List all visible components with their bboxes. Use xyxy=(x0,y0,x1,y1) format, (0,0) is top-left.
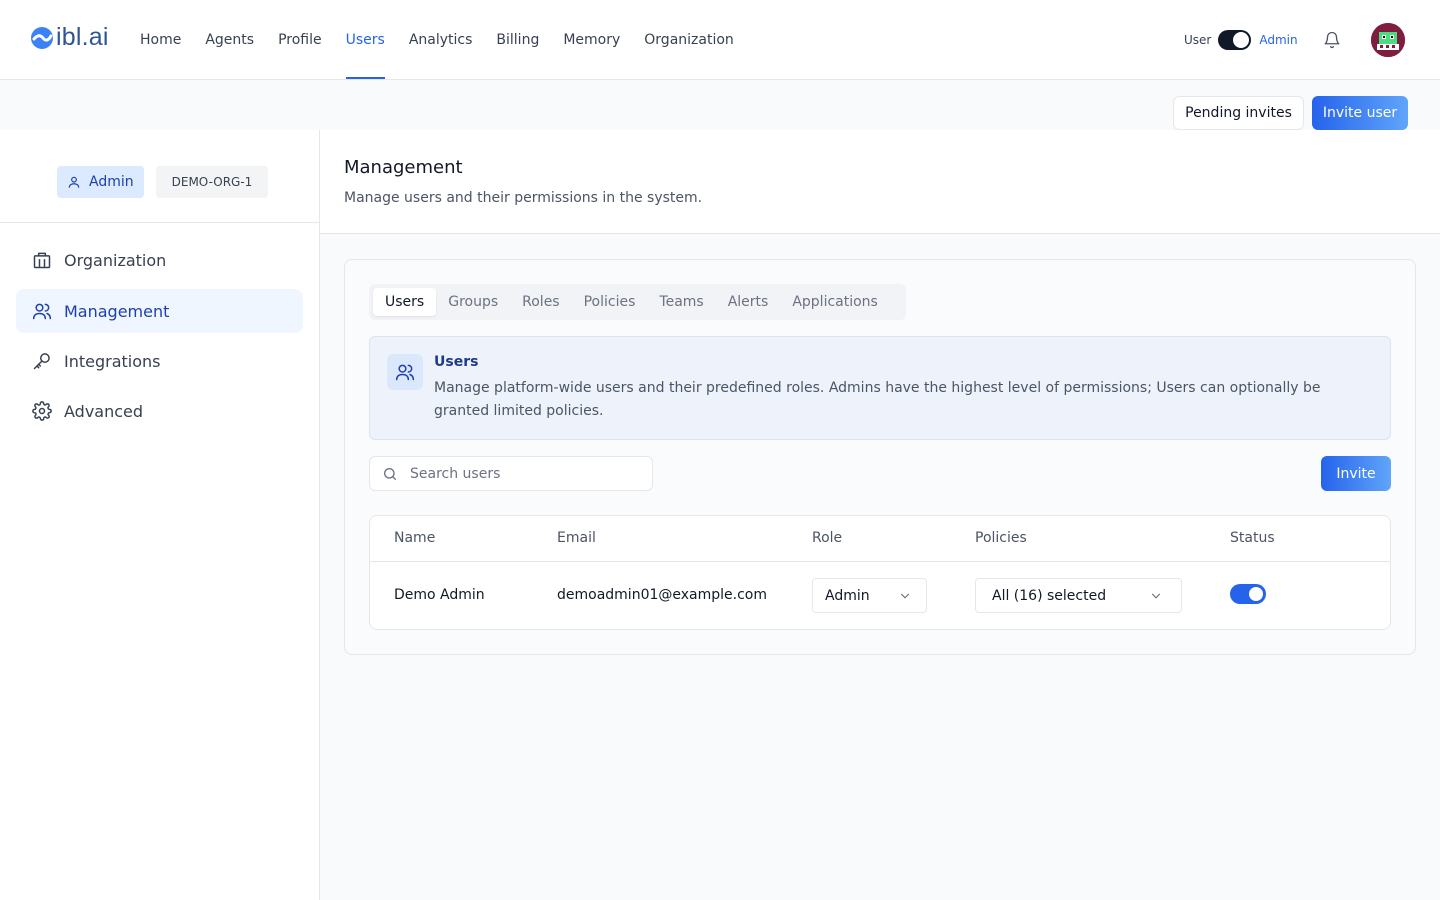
tab-alerts[interactable]: Alerts xyxy=(716,288,781,316)
invite-button[interactable]: Invite xyxy=(1321,456,1391,491)
column-header-role[interactable]: Role xyxy=(812,530,842,546)
nav-item-organization[interactable]: Organization xyxy=(644,0,734,79)
logo-mark-icon xyxy=(31,27,53,49)
sidebar-item-label: Integrations xyxy=(64,351,161,371)
invite-user-button[interactable]: Invite user xyxy=(1312,96,1408,130)
role-select[interactable]: Admin xyxy=(812,578,927,613)
nav-item-analytics[interactable]: Analytics xyxy=(409,0,473,79)
management-tabs: Users Groups Roles Policies Teams Alerts… xyxy=(369,284,906,320)
policies-select-value: All (16) selected xyxy=(992,587,1107,604)
column-header-status[interactable]: Status xyxy=(1230,530,1275,546)
tab-policies[interactable]: Policies xyxy=(572,288,648,316)
nav-item-billing[interactable]: Billing xyxy=(496,0,539,79)
sidebar-divider xyxy=(0,222,320,223)
user-avatar[interactable] xyxy=(1371,23,1405,57)
org-badge: DEMO-ORG-1 xyxy=(155,166,269,198)
gear-icon xyxy=(32,401,52,421)
sidebar-item-integrations[interactable]: Integrations xyxy=(16,339,303,383)
tab-teams[interactable]: Teams xyxy=(647,288,715,316)
top-navigation: ibl.ai Home Agents Profile Users Analyti… xyxy=(0,0,1440,80)
sidebar-item-advanced[interactable]: Advanced xyxy=(16,389,303,433)
nav-item-home[interactable]: Home xyxy=(140,0,181,79)
info-description: Manage platform-wide users and their pre… xyxy=(434,380,1321,419)
chevron-down-icon xyxy=(900,593,910,599)
key-icon xyxy=(33,353,50,370)
status-toggle[interactable] xyxy=(1230,584,1266,604)
cell-user-name: Demo Admin xyxy=(394,587,485,603)
cell-user-email: demoadmin01@example.com xyxy=(557,587,767,603)
mode-user-label: User xyxy=(1184,33,1212,47)
notifications-bell-icon[interactable] xyxy=(1323,31,1341,53)
role-select-value: Admin xyxy=(825,587,870,604)
column-header-email[interactable]: Email xyxy=(557,530,596,546)
table-header-divider xyxy=(370,561,1390,562)
column-header-policies[interactable]: Policies xyxy=(975,530,1027,546)
user-icon xyxy=(68,176,80,188)
mode-switcher: User Admin xyxy=(1184,30,1298,50)
users-icon xyxy=(387,354,423,390)
sidebar: Admin DEMO-ORG-1 Organization Management… xyxy=(0,130,320,900)
page-title: Management xyxy=(344,157,463,178)
policies-select[interactable]: All (16) selected xyxy=(975,578,1182,613)
chevron-down-icon xyxy=(1151,593,1161,599)
tab-applications[interactable]: Applications xyxy=(780,288,890,316)
nav-item-agents[interactable]: Agents xyxy=(205,0,254,79)
search-input[interactable] xyxy=(410,465,630,482)
nav-item-memory[interactable]: Memory xyxy=(563,0,620,79)
page-subtitle: Manage users and their permissions in th… xyxy=(344,190,703,206)
info-title: Users xyxy=(434,354,479,370)
sidebar-item-label: Organization xyxy=(64,250,167,270)
brand-name: ibl.ai xyxy=(56,23,109,51)
sidebar-item-organization[interactable]: Organization xyxy=(16,238,303,282)
search-icon xyxy=(384,467,396,480)
nav-item-users[interactable]: Users xyxy=(345,0,386,79)
tab-users[interactable]: Users xyxy=(373,288,437,316)
page-header xyxy=(320,130,1440,234)
sidebar-badges: Admin DEMO-ORG-1 xyxy=(57,166,269,198)
sidebar-item-label: Management xyxy=(64,301,170,321)
mode-toggle-switch[interactable] xyxy=(1218,30,1252,50)
search-box xyxy=(369,456,653,491)
nav-item-profile[interactable]: Profile xyxy=(278,0,322,79)
users-table: Name Email Role Policies Status Demo Adm… xyxy=(369,515,1391,630)
users-icon xyxy=(32,303,52,320)
tab-groups[interactable]: Groups xyxy=(436,288,510,316)
tab-roles[interactable]: Roles xyxy=(510,288,571,316)
column-header-name[interactable]: Name xyxy=(394,530,435,546)
pending-invites-button[interactable]: Pending invites xyxy=(1173,96,1304,130)
brand-logo[interactable]: ibl.ai xyxy=(30,24,109,50)
main-nav: Home Agents Profile Users Analytics Bill… xyxy=(140,0,758,79)
building-icon xyxy=(33,252,51,269)
role-badge-label: Admin xyxy=(89,174,134,190)
users-info-panel: Users Manage platform-wide users and the… xyxy=(369,336,1391,440)
role-badge: Admin xyxy=(57,166,144,198)
sidebar-item-management[interactable]: Management xyxy=(16,289,303,333)
mode-admin-label: Admin xyxy=(1259,33,1298,47)
sidebar-item-label: Advanced xyxy=(64,401,144,421)
